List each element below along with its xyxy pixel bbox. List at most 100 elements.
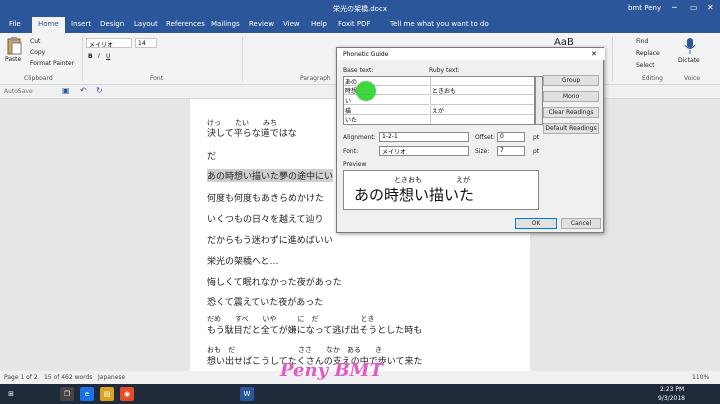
ruby-text-label: Ruby text: bbox=[429, 67, 460, 74]
underline-button[interactable]: U bbox=[106, 53, 110, 60]
preview-box: ときおも えが あの時想い描いた bbox=[343, 170, 539, 210]
alignment-select[interactable]: 1-2-1 bbox=[379, 132, 469, 142]
italic-button[interactable]: I bbox=[98, 53, 100, 60]
tab-help[interactable]: Help bbox=[311, 20, 327, 28]
grid-scrollbar[interactable] bbox=[535, 76, 543, 125]
taskbar: ⊞ ❐ e ▤ ◉ W 2:23 PM 9/3/2018 bbox=[0, 384, 720, 404]
offset-label: Offset: bbox=[475, 134, 496, 141]
title-bar: 栄光の架橋.docx bmt Peny ─ ▭ ✕ bbox=[0, 0, 720, 17]
mono-button[interactable]: Mono bbox=[543, 91, 599, 102]
ok-button[interactable]: OK bbox=[515, 218, 557, 229]
tab-mailings[interactable]: Mailings bbox=[211, 20, 240, 28]
base-text-cell[interactable]: い bbox=[344, 96, 429, 105]
text-line[interactable]: 何度も何度もあきらめかけた bbox=[207, 191, 324, 204]
language-indicator[interactable]: Japanese bbox=[98, 374, 125, 381]
cancel-button[interactable]: Cancel bbox=[561, 218, 601, 229]
close-icon[interactable]: ✕ bbox=[707, 3, 714, 12]
size-select[interactable]: 7 bbox=[497, 146, 525, 156]
ruby-text-cell[interactable]: ときおも bbox=[430, 86, 534, 95]
text-line[interactable]: 決して平らな道ではな bbox=[207, 126, 297, 139]
offset-input[interactable]: 0 bbox=[497, 132, 525, 142]
ruby-text-cell[interactable] bbox=[430, 77, 534, 86]
selected-text-line[interactable]: あの時想い描いた夢の途中にい bbox=[207, 169, 334, 182]
minimize-icon[interactable]: ─ bbox=[672, 3, 677, 12]
tab-layout[interactable]: Layout bbox=[134, 20, 158, 28]
ruby-text-cell[interactable]: えが bbox=[430, 106, 534, 115]
text-line[interactable]: もう駄目だと全てが嫌になって逃げ出そうとした時も bbox=[207, 323, 422, 336]
group-button[interactable]: Group bbox=[543, 75, 599, 86]
base-text-cell[interactable]: いた bbox=[344, 115, 429, 124]
divider bbox=[242, 37, 243, 81]
size-unit: pt bbox=[533, 148, 540, 155]
voice-group-label: Voice bbox=[684, 75, 700, 82]
clock-date[interactable]: 9/3/2018 bbox=[658, 395, 685, 402]
file-explorer-icon[interactable]: ▤ bbox=[100, 387, 114, 401]
size-label: Size: bbox=[475, 148, 490, 155]
undo-icon[interactable]: ↶ bbox=[80, 86, 87, 95]
base-text-label: Base text: bbox=[343, 67, 374, 74]
tell-me-search[interactable]: Tell me what you want to do bbox=[390, 20, 489, 28]
dictate-button[interactable]: Dictate bbox=[678, 57, 700, 64]
tab-design[interactable]: Design bbox=[100, 20, 124, 28]
font-group-label: Font bbox=[150, 75, 164, 82]
preview-text: あの時想い描いた bbox=[354, 186, 475, 204]
font-name-box[interactable]: メイリオ bbox=[86, 38, 132, 49]
clear-readings-button[interactable]: Clear Readings bbox=[543, 107, 599, 118]
redo-icon[interactable]: ↻ bbox=[96, 86, 103, 95]
text-line[interactable]: 栄光の架橋へと… bbox=[207, 254, 279, 267]
default-readings-button[interactable]: Default Readings bbox=[543, 123, 599, 134]
replace-button[interactable]: Replace bbox=[636, 50, 660, 57]
user-name[interactable]: bmt Peny bbox=[628, 4, 661, 12]
paragraph-group-label: Paragraph bbox=[300, 75, 331, 82]
font-select[interactable]: メイリオ bbox=[379, 146, 469, 156]
text-line[interactable]: いくつもの日々を越えて辿り bbox=[207, 212, 324, 225]
tab-insert[interactable]: Insert bbox=[71, 20, 91, 28]
cut-button[interactable]: Cut bbox=[30, 38, 40, 45]
word-window: 栄光の架橋.docx bmt Peny ─ ▭ ✕ File Home Inse… bbox=[0, 0, 720, 404]
copy-button[interactable]: Copy bbox=[30, 49, 45, 56]
format-painter-button[interactable]: Format Painter bbox=[30, 60, 74, 67]
tab-review[interactable]: Review bbox=[249, 20, 274, 28]
ruby-text-cell[interactable] bbox=[430, 96, 534, 105]
windows-start-icon[interactable]: ⊞ bbox=[4, 387, 18, 401]
edge-browser-icon[interactable]: e bbox=[80, 387, 94, 401]
ruby-text-cell[interactable] bbox=[430, 115, 534, 124]
tab-references[interactable]: References bbox=[166, 20, 205, 28]
alignment-label: Alignment: bbox=[343, 134, 376, 141]
select-button[interactable]: Select bbox=[636, 62, 655, 69]
dialog-title: Phonetic Guide bbox=[337, 48, 605, 60]
find-button[interactable]: Find bbox=[636, 38, 648, 45]
divider bbox=[82, 37, 83, 81]
chrome-icon[interactable]: ◉ bbox=[120, 387, 134, 401]
clipboard-group-label: Clipboard bbox=[24, 75, 53, 82]
font-size-box[interactable]: 14 bbox=[135, 38, 157, 48]
tab-file[interactable]: File bbox=[9, 20, 21, 28]
word-count[interactable]: 15 of 462 words bbox=[44, 374, 92, 381]
close-icon[interactable]: ✕ bbox=[591, 50, 597, 58]
save-icon[interactable]: ▣ bbox=[62, 86, 70, 95]
text-line[interactable]: 恐くて震えていた夜があった bbox=[207, 295, 323, 308]
watermark-logo: Peny BMT bbox=[280, 360, 383, 381]
clock-time[interactable]: 2:23 PM bbox=[660, 386, 684, 393]
document-title: 栄光の架橋.docx bbox=[333, 5, 387, 13]
task-view-icon[interactable]: ❐ bbox=[60, 387, 74, 401]
tab-foxit-pdf[interactable]: Foxit PDF bbox=[338, 20, 371, 28]
offset-unit: pt bbox=[533, 134, 540, 141]
zoom-level[interactable]: 110% bbox=[692, 374, 709, 381]
text-line[interactable]: 悔しくて眠れなかった夜があった bbox=[207, 275, 342, 288]
autosave-label[interactable]: AutoSave bbox=[4, 88, 33, 95]
bold-button[interactable]: B bbox=[88, 53, 93, 60]
page-count[interactable]: Page 1 of 2 bbox=[4, 374, 38, 381]
base-text-cell[interactable]: 描 bbox=[344, 106, 429, 115]
clipboard-icon[interactable] bbox=[6, 37, 22, 55]
text-line[interactable]: だからもう迷わずに進めばいい bbox=[207, 233, 333, 246]
microphone-icon[interactable] bbox=[684, 37, 696, 55]
phonetic-guide-dialog: Phonetic Guide ✕ Base text: Ruby text: あ… bbox=[336, 47, 605, 233]
word-app-icon[interactable]: W bbox=[240, 387, 254, 401]
text-line[interactable]: だ bbox=[207, 149, 216, 162]
editing-group-label: Editing bbox=[642, 75, 663, 82]
maximize-icon[interactable]: ▭ bbox=[690, 3, 698, 12]
tab-home[interactable]: Home bbox=[32, 17, 65, 33]
paste-button[interactable]: Paste bbox=[5, 56, 21, 63]
tab-view[interactable]: View bbox=[283, 20, 300, 28]
